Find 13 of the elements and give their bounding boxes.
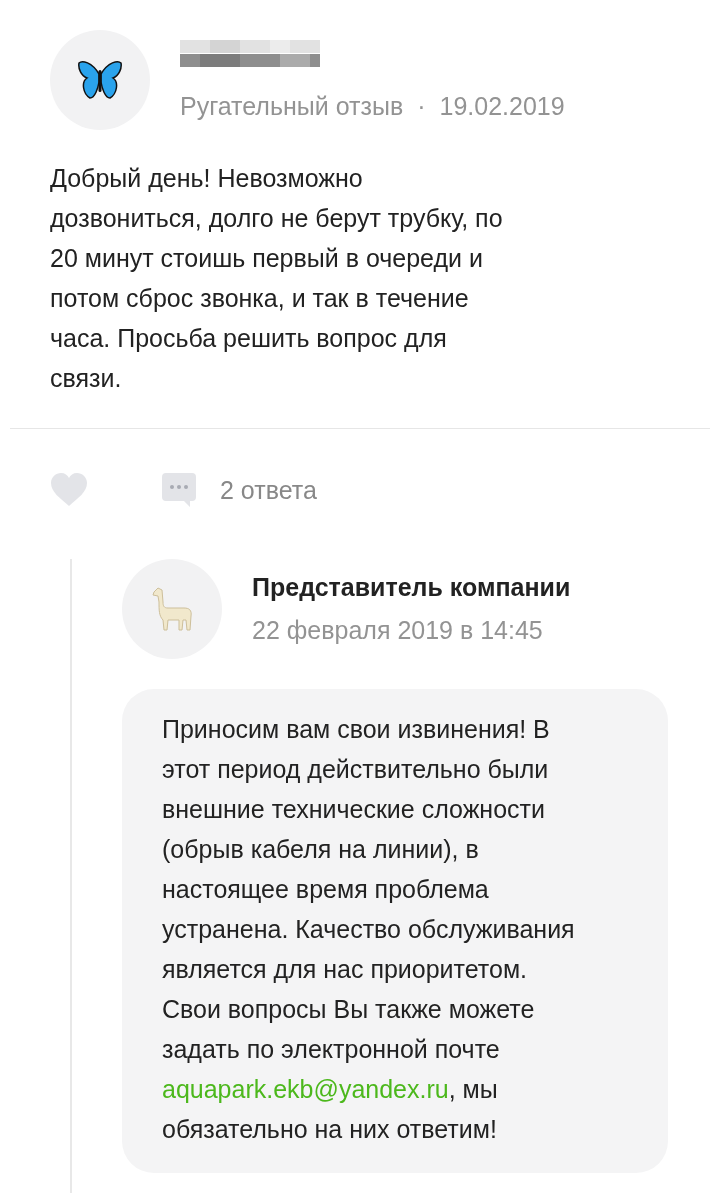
- separator: ·: [417, 91, 426, 121]
- review-date: 19.02.2019: [439, 91, 565, 121]
- llama-icon: [150, 586, 194, 632]
- like-icon[interactable]: [50, 473, 88, 507]
- reply-date: 22 февраля 2019 в 14:45: [252, 616, 544, 645]
- comment-icon[interactable]: [162, 473, 196, 507]
- reply-text: Приносим вам свои извинения! В этот период действительно были внешние технические сложности (обрыв кабеля на линии), в настоящее время проблема устранена. Качество обслуживания является для нас приоритетом. Свои вопросы Вы также можете задать по электронной почте aquapark.ekb@yandex.ru, мы обязательно на них ответим!: [162, 714, 576, 1145]
- review-text: Добрый день! Невозможно дозвониться, долго не берут трубку, по 20 минут стоишь первый в очереди и потом сброс звонка, и так в течение часа. Просьба решить вопрос для связи.: [50, 163, 504, 394]
- review-type: Ругательный отзыв: [180, 91, 404, 121]
- email-link[interactable]: aquapark.ekb@yandex.ru: [162, 1075, 449, 1103]
- replies-link[interactable]: 2 ответа: [220, 475, 317, 505]
- butterfly-icon: [78, 60, 122, 100]
- author-name: Представитель компании: [252, 573, 571, 602]
